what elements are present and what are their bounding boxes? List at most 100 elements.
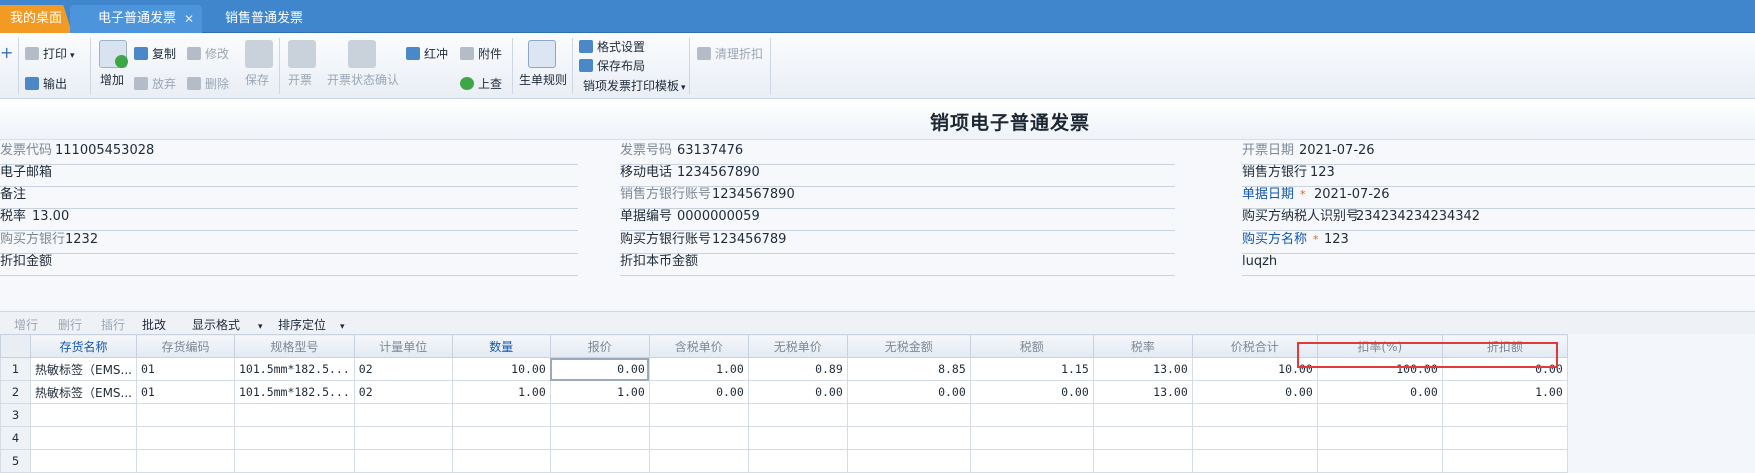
attachment-button[interactable]: 附件 [460, 45, 502, 62]
item-code-cell[interactable]: 01 [136, 380, 235, 404]
discount-rate-cell[interactable]: 0.00 [1316, 380, 1443, 404]
empty-cell[interactable] [648, 403, 749, 427]
tax-excl-price-cell[interactable]: 0.89 [747, 357, 848, 381]
add-row-button[interactable]: 增行 [14, 316, 38, 333]
tax-incl-price-cell[interactable]: 0.00 [648, 380, 749, 404]
empty-cell[interactable] [1092, 449, 1193, 473]
empty-cell[interactable] [648, 449, 749, 473]
column-header[interactable]: 无税单价 [747, 334, 848, 358]
insert-row-button[interactable]: 插行 [101, 316, 125, 333]
empty-cell[interactable] [234, 403, 355, 427]
empty-cell[interactable] [1441, 426, 1568, 450]
edit-button[interactable]: 修改 [187, 45, 229, 62]
unit-cell[interactable]: 02 [353, 357, 453, 381]
empty-cell[interactable] [136, 449, 235, 473]
empty-cell[interactable] [136, 426, 235, 450]
empty-cell[interactable] [234, 426, 355, 450]
column-header[interactable]: 扣率(%) [1316, 334, 1443, 358]
row-number[interactable]: 5 [0, 449, 31, 473]
discount-amount-field[interactable]: 折扣金额 [0, 251, 578, 276]
row-number[interactable]: 1 [0, 357, 31, 381]
format-settings-button[interactable]: 格式设置 [579, 38, 645, 55]
spec-cell[interactable]: 101.5mm*182.5... [234, 357, 355, 381]
empty-cell[interactable] [747, 403, 848, 427]
discard-button[interactable]: 放弃 [134, 75, 176, 92]
spec-cell[interactable]: 101.5mm*182.5... [234, 380, 355, 404]
row-number[interactable]: 3 [0, 403, 31, 427]
empty-cell[interactable] [451, 426, 551, 450]
plus-icon[interactable]: + [0, 43, 13, 62]
total-cell[interactable]: 10.00 [1191, 357, 1318, 381]
empty-cell[interactable] [136, 403, 235, 427]
item-name-cell[interactable]: 热敏标签（EMS... [30, 380, 137, 404]
tax-amount-cell[interactable]: 0.00 [969, 380, 1094, 404]
save-layout-button[interactable]: 保存布局 [579, 57, 645, 74]
column-header[interactable]: 税额 [969, 334, 1094, 358]
empty-cell[interactable] [451, 449, 551, 473]
quantity-cell[interactable]: 1.00 [451, 380, 551, 404]
tax-excl-amount-cell[interactable]: 8.85 [846, 357, 971, 381]
empty-cell[interactable] [234, 449, 355, 473]
empty-cell[interactable] [1191, 449, 1318, 473]
discount-cell[interactable]: 1.00 [1441, 380, 1568, 404]
empty-cell[interactable] [648, 426, 749, 450]
discount-cell[interactable]: 0.00 [1441, 357, 1568, 381]
row-number[interactable]: 4 [0, 426, 31, 450]
display-format-dropdown[interactable]: 显示格式 ▾ [192, 316, 263, 333]
empty-cell[interactable] [969, 449, 1094, 473]
quote-price-cell[interactable]: 1.00 [549, 380, 650, 404]
copy-button[interactable]: 复制 [134, 45, 176, 62]
empty-cell[interactable] [1441, 403, 1568, 427]
tax-excl-price-cell[interactable]: 0.00 [747, 380, 848, 404]
empty-cell[interactable] [1092, 426, 1193, 450]
batch-edit-button[interactable]: 批改 [142, 316, 166, 333]
clear-discount-button[interactable]: 清理折扣 [697, 45, 763, 62]
empty-cell[interactable] [549, 426, 650, 450]
empty-cell[interactable] [549, 403, 650, 427]
discount-local-field[interactable]: 折扣本币金额 [620, 251, 1175, 276]
empty-cell[interactable] [353, 426, 453, 450]
empty-cell[interactable] [30, 426, 137, 450]
empty-cell[interactable] [1316, 403, 1443, 427]
empty-cell[interactable] [1092, 403, 1193, 427]
column-header[interactable]: 折扣额 [1441, 334, 1568, 358]
empty-cell[interactable] [353, 449, 453, 473]
empty-cell[interactable] [846, 449, 971, 473]
item-name-cell[interactable]: 热敏标签（EMS... [30, 357, 137, 381]
column-header[interactable]: 计量单位 [353, 334, 453, 358]
lookup-button[interactable]: 上查 [460, 75, 502, 92]
quote-price-cell[interactable]: 0.00 [549, 357, 650, 381]
column-header[interactable]: 规格型号 [234, 334, 355, 358]
print-template-dropdown[interactable]: 销项发票打印模板 ▾ [583, 77, 686, 94]
empty-cell[interactable] [1316, 426, 1443, 450]
empty-cell[interactable] [30, 403, 137, 427]
item-code-cell[interactable]: 01 [136, 357, 235, 381]
empty-cell[interactable] [747, 426, 848, 450]
column-header[interactable]: 价税合计 [1191, 334, 1318, 358]
doc-no-field[interactable]: 单据编号 0000000059 [620, 206, 1175, 231]
tax-amount-cell[interactable]: 1.15 [969, 357, 1094, 381]
empty-cell[interactable] [1191, 403, 1318, 427]
invoice-status-button[interactable]: 开票状态确认 [327, 71, 399, 88]
delete-row-button[interactable]: 删行 [58, 316, 82, 333]
print-button[interactable]: 打印 ▾ [25, 45, 75, 62]
close-icon[interactable]: ✕ [184, 5, 194, 33]
tab-e-invoice[interactable]: 电子普通发票 ✕ [70, 5, 202, 33]
tax-rate-field[interactable]: 税率 13.00 [0, 206, 578, 231]
discount-rate-cell[interactable]: 100.00 [1316, 357, 1443, 381]
empty-cell[interactable] [747, 449, 848, 473]
tax-rate-cell[interactable]: 13.00 [1092, 357, 1193, 381]
column-header[interactable]: 税率 [1092, 334, 1193, 358]
column-header[interactable]: 数量 [451, 334, 551, 358]
tab-my-desktop[interactable]: 我的桌面 [0, 5, 72, 33]
delete-button[interactable]: 删除 [187, 75, 229, 92]
empty-cell[interactable] [1316, 449, 1443, 473]
save-button[interactable]: 保存 [245, 71, 269, 88]
tax-excl-amount-cell[interactable]: 0.00 [846, 380, 971, 404]
sort-locate-dropdown[interactable]: 排序定位 ▾ [278, 316, 345, 333]
gen-rule-button[interactable]: 生单规则 [519, 71, 567, 88]
invoice-button[interactable]: 开票 [288, 71, 312, 88]
quantity-cell[interactable]: 10.00 [451, 357, 551, 381]
column-header[interactable]: 含税单价 [648, 334, 749, 358]
export-button[interactable]: 输出 [25, 75, 67, 92]
